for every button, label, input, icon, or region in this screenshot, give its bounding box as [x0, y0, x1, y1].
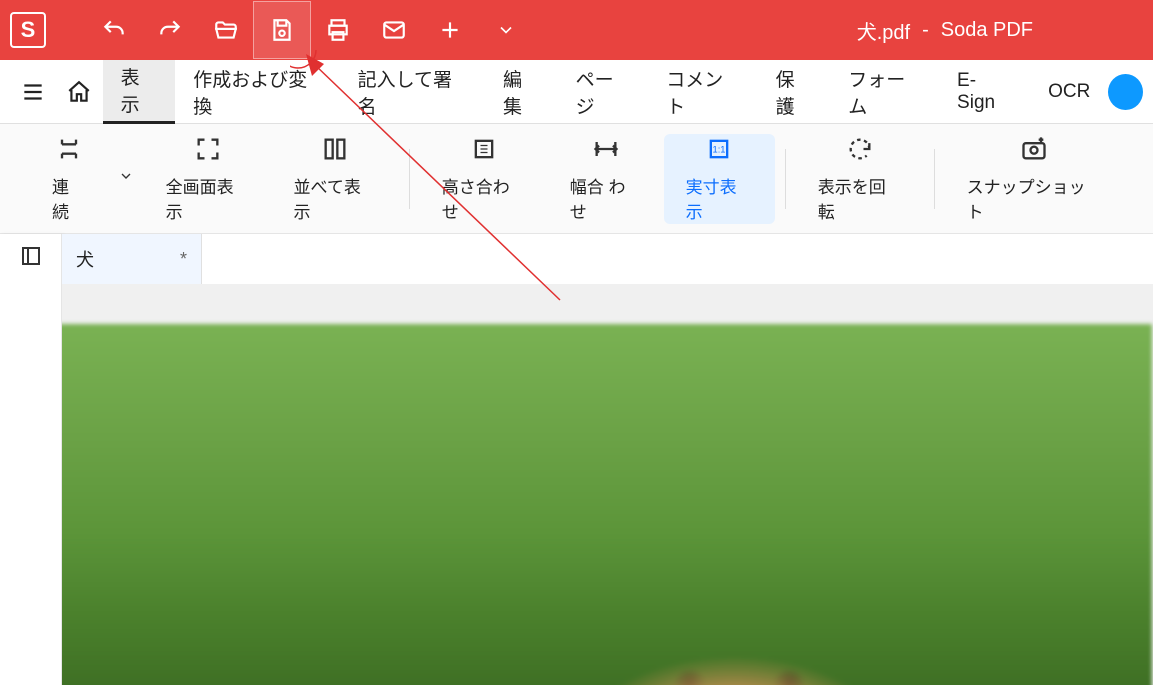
separator [934, 149, 935, 209]
account-avatar[interactable] [1108, 74, 1143, 110]
continuous-button[interactable]: 連続 [30, 134, 108, 224]
snapshot-label: スナップショット [967, 173, 1101, 223]
snapshot-button[interactable]: スナップショット [945, 134, 1123, 224]
document-tab[interactable]: 犬 * [62, 234, 202, 284]
menu-comment[interactable]: コメント [648, 60, 757, 124]
menu-protect[interactable]: 保護 [758, 60, 831, 124]
menu-ocr[interactable]: OCR [1030, 60, 1108, 124]
separator [409, 149, 410, 209]
fullscreen-label: 全画面表示 [166, 173, 250, 223]
menu-fill-sign[interactable]: 記入して署名 [340, 60, 485, 124]
document-tabs: 犬 * [62, 234, 1153, 284]
filename-label: 犬.pdf [857, 16, 910, 45]
rotate-label: 表示を回転 [818, 173, 902, 223]
new-button[interactable] [422, 2, 478, 58]
doc-modified-indicator: * [180, 249, 187, 270]
separator [785, 149, 786, 209]
titlebar: S 犬.pdf - Soda PDF [0, 0, 1153, 60]
side-panel-tabs [0, 234, 62, 284]
continuous-dropdown[interactable] [108, 168, 144, 189]
menu-form[interactable]: フォーム [830, 60, 939, 124]
svg-text:1:1: 1:1 [713, 144, 726, 154]
menu-esign[interactable]: E-Sign [939, 60, 1030, 124]
menubar: 表示 作成および変換 記入して署名 編集 ページ コメント 保護 フォーム E-… [0, 60, 1153, 124]
tile-button[interactable]: 並べて表示 [272, 134, 399, 224]
view-toolbar: 連続 全画面表示 並べて表示 高さ合わせ 幅合 わせ 1:1 実寸表示 表示を回… [0, 124, 1153, 234]
fit-width-button[interactable]: 幅合 わせ [548, 134, 664, 224]
continuous-label: 連続 [52, 173, 86, 223]
pdf-page-image [62, 324, 1152, 685]
fit-width-label: 幅合 わせ [570, 173, 642, 223]
menu-page[interactable]: ページ [558, 60, 649, 124]
home-button[interactable] [56, 68, 102, 116]
fit-height-button[interactable]: 高さ合わせ [420, 134, 548, 224]
tile-label: 並べて表示 [294, 173, 377, 223]
window-title: 犬.pdf - Soda PDF [857, 16, 1033, 45]
menu-create-convert[interactable]: 作成および変換 [175, 60, 339, 124]
undo-button[interactable] [86, 2, 142, 58]
menu-view[interactable]: 表示 [103, 60, 176, 124]
more-dropdown[interactable] [478, 2, 534, 58]
open-button[interactable] [198, 2, 254, 58]
doc-tab-name: 犬 [76, 246, 94, 272]
title-sep: - [922, 19, 929, 42]
appname-label: Soda PDF [941, 19, 1033, 42]
panel-toggle-button[interactable] [13, 244, 49, 268]
hamburger-menu[interactable] [10, 68, 56, 116]
document-viewport[interactable] [62, 284, 1153, 685]
print-button[interactable] [310, 2, 366, 58]
rotate-button[interactable]: 表示を回転 [796, 134, 924, 224]
email-button[interactable] [366, 2, 422, 58]
actual-size-button[interactable]: 1:1 実寸表示 [664, 134, 775, 224]
redo-button[interactable] [142, 2, 198, 58]
app-logo[interactable]: S [10, 12, 46, 48]
fit-height-label: 高さ合わせ [442, 173, 526, 223]
fullscreen-button[interactable]: 全画面表示 [144, 134, 272, 224]
side-gutter [0, 284, 62, 685]
actual-size-label: 実寸表示 [686, 173, 753, 223]
save-button[interactable] [254, 2, 310, 58]
menu-edit[interactable]: 編集 [485, 60, 558, 124]
